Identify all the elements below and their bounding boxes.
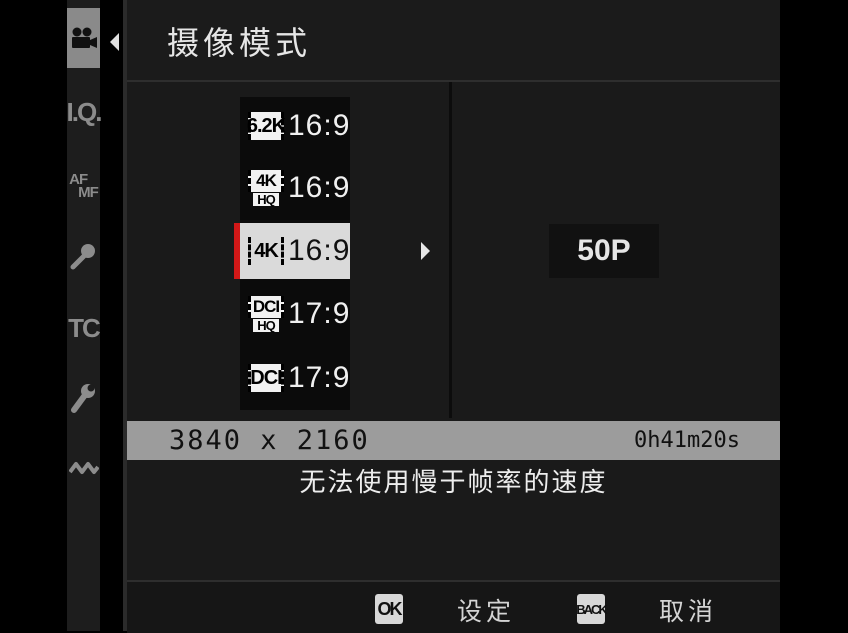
aspect-ratio-label: 16:9 (288, 171, 351, 204)
rail-item-audio[interactable] (67, 226, 100, 286)
screen-border (780, 0, 848, 631)
rail-item-af-mf[interactable]: AF MF (67, 156, 100, 216)
mode-option-4k-hq-16-9[interactable]: 4K HQ 16:9 (240, 160, 350, 216)
frame-rate-value[interactable]: 50P (549, 224, 659, 278)
movie-camera-icon (71, 27, 97, 48)
resolution-readout: 3840 x 2160 (169, 425, 370, 456)
rail-item-connection[interactable] (67, 438, 100, 498)
rail-item-image-quality[interactable]: I.Q. (66, 82, 103, 142)
mode-badge: DCI (248, 360, 284, 396)
microphone-icon (70, 244, 95, 270)
back-button-icon[interactable]: BACK (576, 594, 608, 624)
column-divider (449, 82, 452, 418)
selection-marker (234, 223, 240, 279)
mode-badge: 4K HQ (248, 170, 284, 206)
info-bar: 3840 x 2160 0h41m20s (127, 421, 780, 460)
mode-option-4k-16-9[interactable]: 4K 16:9 (234, 223, 351, 279)
button-guide-footer: OK 设定 BACK 取消 (127, 580, 780, 633)
main-panel: 摄像模式 6.2K 16:9 4K HQ 16:9 4K 16:9 DCI HQ… (127, 0, 780, 633)
rail-label-af-mf: AF MF (69, 171, 99, 201)
back-arrow-icon[interactable] (110, 33, 119, 51)
rail-item-setup[interactable] (67, 368, 100, 428)
page-title: 摄像模式 (167, 24, 312, 62)
wrench-icon (70, 384, 95, 413)
menu-header: 摄像模式 (127, 0, 780, 82)
mode-option-6-2k-16-9[interactable]: 6.2K 16:9 (240, 98, 350, 154)
mode-option-dci-hq-17-9[interactable]: DCI HQ 17:9 (240, 286, 350, 342)
rail-item-timecode[interactable]: TC (67, 298, 101, 358)
connection-icon (68, 462, 99, 474)
menu-category-rail: I.Q. AF MF TC (66, 0, 103, 631)
ok-action-label: 设定 (457, 597, 516, 626)
aspect-ratio-label: 17:9 (288, 297, 351, 330)
mode-badge: 6.2K (247, 108, 286, 144)
mode-badge: 4K (248, 233, 284, 269)
warning-message: 无法使用慢于帧率的速度 (299, 468, 608, 498)
aspect-ratio-label: 17:9 (288, 361, 351, 394)
back-action-label: 取消 (659, 597, 718, 626)
recording-time-remaining: 0h41m20s (634, 428, 740, 453)
aspect-ratio-label: 16:9 (288, 234, 351, 267)
ok-button-icon[interactable]: OK (375, 594, 403, 624)
aspect-ratio-label: 16:9 (288, 109, 351, 142)
rail-label-iq: I.Q. (66, 96, 103, 127)
submenu-arrow-icon (421, 242, 430, 260)
mode-option-dci-17-9[interactable]: DCI 17:9 (240, 350, 350, 406)
rail-item-movie[interactable] (67, 8, 100, 68)
mode-badge: DCI HQ (248, 296, 284, 332)
rail-label-tc: TC (68, 312, 101, 343)
